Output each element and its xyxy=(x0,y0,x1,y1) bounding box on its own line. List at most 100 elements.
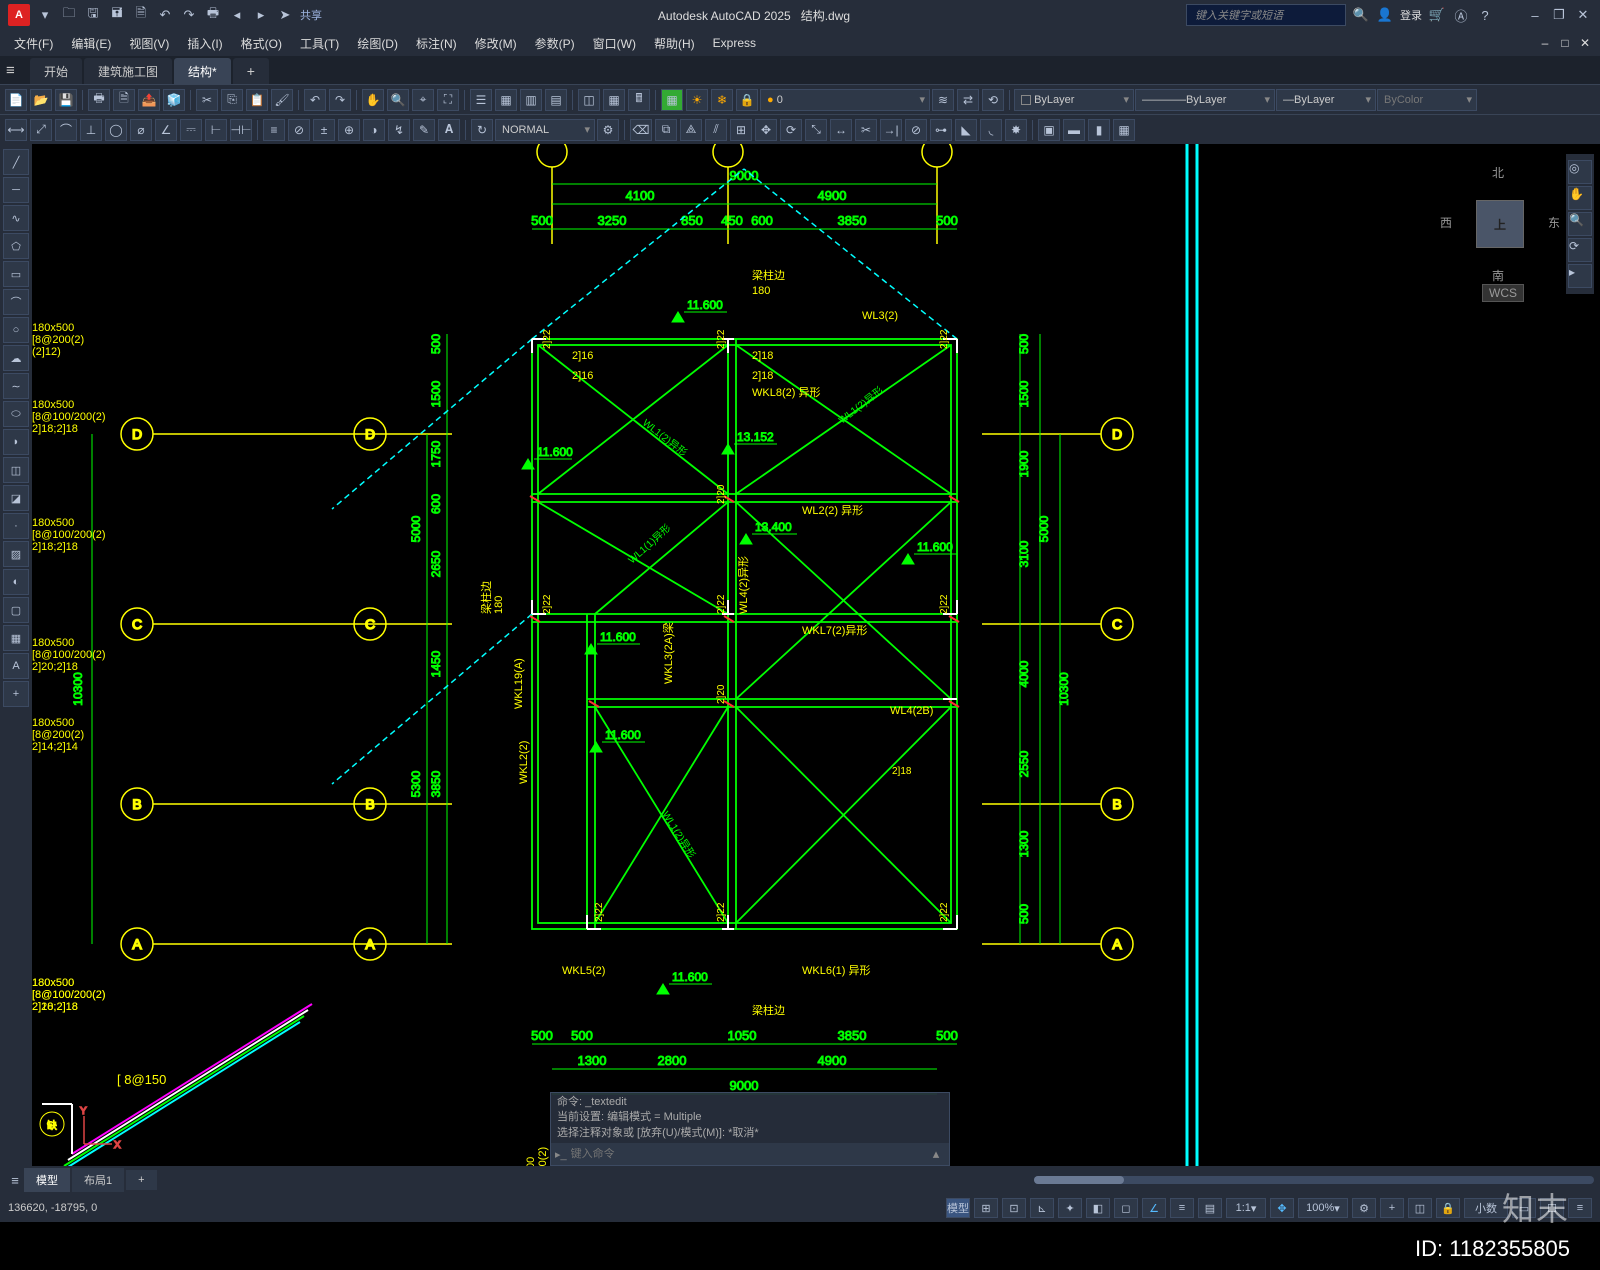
point-icon[interactable]: · xyxy=(3,513,29,539)
menu-file[interactable]: 文件(F) xyxy=(6,32,61,55)
dim-lin-icon[interactable]: ⟷ xyxy=(5,119,27,141)
mod-join-icon[interactable]: ⊶ xyxy=(930,119,952,141)
nav-zoom-icon[interactable]: 🔍 xyxy=(1568,212,1592,236)
tab-add[interactable]: + xyxy=(233,58,269,84)
tb-redo-icon[interactable]: ↷ xyxy=(329,89,351,111)
sb-iso-icon[interactable]: ◧ xyxy=(1086,1198,1110,1218)
tb-ssm-icon[interactable]: ▤ xyxy=(545,89,567,111)
dim-quick-icon[interactable]: ⎓ xyxy=(180,119,202,141)
xline-icon[interactable]: ─ xyxy=(3,177,29,203)
share-arrow-icon[interactable]: ➤ xyxy=(276,6,294,24)
sb-snap-icon[interactable]: ⊡ xyxy=(1002,1198,1026,1218)
region-icon[interactable]: ▢ xyxy=(3,597,29,623)
table-icon[interactable]: ▦ xyxy=(3,625,29,651)
tb-table-icon[interactable]: ▦ xyxy=(603,89,625,111)
win-cascade-icon[interactable]: ▣ xyxy=(1038,119,1060,141)
menu-edit[interactable]: 编辑(E) xyxy=(63,32,119,55)
layout-tab-1[interactable]: 布局1 xyxy=(72,1168,124,1192)
menu-view[interactable]: 视图(V) xyxy=(121,32,177,55)
sb-scale-btn[interactable]: 1:1▾ xyxy=(1226,1198,1266,1218)
linetype-combo[interactable]: ———— ByLayer xyxy=(1135,89,1275,111)
tab-struct[interactable]: 结构* xyxy=(174,58,231,84)
tb-match-icon[interactable]: 🖌 xyxy=(271,89,293,111)
mod-chamfer-icon[interactable]: ◣ xyxy=(955,119,977,141)
tb-save-icon[interactable]: 💾 xyxy=(55,89,77,111)
mod-offset-icon[interactable]: ⫽ xyxy=(705,119,727,141)
sb-zoom-btn[interactable]: 100%▾ xyxy=(1298,1198,1348,1218)
qat-redo-icon[interactable]: ↷ xyxy=(180,6,198,24)
nav-show-icon[interactable]: ▸ xyxy=(1568,264,1592,288)
sb-lwt-icon[interactable]: ≡ xyxy=(1170,1198,1194,1218)
tb-new-icon[interactable]: 📄 xyxy=(5,89,27,111)
tb-3d-icon[interactable]: 🧊 xyxy=(163,89,185,111)
dim-ang-icon[interactable]: ∠ xyxy=(155,119,177,141)
sb-model-btn[interactable]: 模型 xyxy=(946,1198,970,1218)
sb-lock-icon[interactable]: 🔒 xyxy=(1436,1198,1460,1218)
qat-new-icon[interactable]: ▾ xyxy=(36,6,54,24)
layout-ham-icon[interactable]: ≡ xyxy=(6,1171,24,1189)
spline-icon[interactable]: ∼ xyxy=(3,373,29,399)
tb-pan-icon[interactable]: ✋ xyxy=(362,89,384,111)
mod-stretch-icon[interactable]: ↔ xyxy=(830,119,852,141)
close-icon[interactable]: ✕ xyxy=(1574,6,1592,24)
jog-icon[interactable]: ↯ xyxy=(388,119,410,141)
mod-break-icon[interactable]: ⊘ xyxy=(905,119,927,141)
tb-block-icon[interactable]: ◫ xyxy=(578,89,600,111)
ellipse-icon[interactable]: ⬭ xyxy=(3,401,29,427)
tb-paste-icon[interactable]: 📋 xyxy=(246,89,268,111)
menu-tools[interactable]: 工具(T) xyxy=(292,32,347,55)
sb-osnap-icon[interactable]: ◻ xyxy=(1114,1198,1138,1218)
user-icon[interactable]: 👤 xyxy=(1376,6,1394,24)
tb-open-icon[interactable]: 📂 xyxy=(30,89,52,111)
layer-match-icon[interactable]: ⇄ xyxy=(957,89,979,111)
mtext-icon[interactable]: A xyxy=(3,653,29,679)
menu-param[interactable]: 参数(P) xyxy=(527,32,583,55)
tb-publish-icon[interactable]: 📤 xyxy=(138,89,160,111)
search-input[interactable]: 键入关键字或短语 xyxy=(1186,4,1346,26)
mod-array-icon[interactable]: ⊞ xyxy=(730,119,752,141)
tab-start[interactable]: 开始 xyxy=(30,58,82,84)
qat-print-icon[interactable]: 🖶 xyxy=(204,6,222,24)
mod-trim-icon[interactable]: ✂ xyxy=(855,119,877,141)
sb-ws-icon[interactable]: ◫ xyxy=(1408,1198,1432,1218)
sb-cui-icon[interactable]: ≡ xyxy=(1568,1198,1592,1218)
share-label[interactable]: 共享 xyxy=(300,7,322,23)
cmd-input[interactable] xyxy=(571,1148,927,1160)
hatch-icon[interactable]: ▨ xyxy=(3,541,29,567)
menu-restore-icon[interactable]: □ xyxy=(1556,34,1574,52)
layer-sun-icon[interactable]: ☀ xyxy=(686,89,708,111)
win-arrange-icon[interactable]: ▦ xyxy=(1113,119,1135,141)
tb-zoomwin-icon[interactable]: ⌖ xyxy=(412,89,434,111)
revcloud-icon[interactable]: ☁ xyxy=(3,345,29,371)
sb-plus-icon[interactable]: + xyxy=(1380,1198,1404,1218)
nav-wheel-icon[interactable]: ◎ xyxy=(1568,160,1592,184)
mod-mirror-icon[interactable]: ⟁ xyxy=(680,119,702,141)
qat-undo-icon[interactable]: ↶ xyxy=(156,6,174,24)
qat-save-icon[interactable]: 🖫 xyxy=(84,6,102,24)
qat-saveas-icon[interactable]: 🖬 xyxy=(108,6,126,24)
tab-arch[interactable]: 建筑施工图 xyxy=(84,58,172,84)
menu-express[interactable]: Express xyxy=(705,33,764,53)
mod-scale-icon[interactable]: ⤡ xyxy=(805,119,827,141)
menu-dim[interactable]: 标注(N) xyxy=(408,32,465,55)
dim-break-icon[interactable]: ⊘ xyxy=(288,119,310,141)
qat-open-icon[interactable]: 🗀 xyxy=(60,6,78,24)
help-icon[interactable]: ? xyxy=(1476,6,1494,24)
dim-ord-icon[interactable]: ⊥ xyxy=(80,119,102,141)
qat-plot-icon[interactable]: 🗎 xyxy=(132,6,150,24)
layer-props-icon[interactable]: ▦ xyxy=(661,89,683,111)
menu-format[interactable]: 格式(O) xyxy=(233,32,290,55)
layer-lock-icon[interactable]: 🔒 xyxy=(736,89,758,111)
tb-tp-icon[interactable]: ▥ xyxy=(520,89,542,111)
cart-icon[interactable]: 🛒 xyxy=(1428,6,1446,24)
mod-rotate-icon[interactable]: ⟳ xyxy=(780,119,802,141)
makeblock-icon[interactable]: ◪ xyxy=(3,485,29,511)
search-icon[interactable]: 🔍 xyxy=(1352,6,1370,24)
menu-close-icon[interactable]: ✕ xyxy=(1576,34,1594,52)
menu-insert[interactable]: 插入(I) xyxy=(179,32,230,55)
tb-copy-icon[interactable]: ⎘ xyxy=(221,89,243,111)
insert-icon[interactable]: ◫ xyxy=(3,457,29,483)
sb-otrack-icon[interactable]: ∠ xyxy=(1142,1198,1166,1218)
sb-tpy-icon[interactable]: ▤ xyxy=(1198,1198,1222,1218)
sb-gear-icon[interactable]: ⚙ xyxy=(1352,1198,1376,1218)
